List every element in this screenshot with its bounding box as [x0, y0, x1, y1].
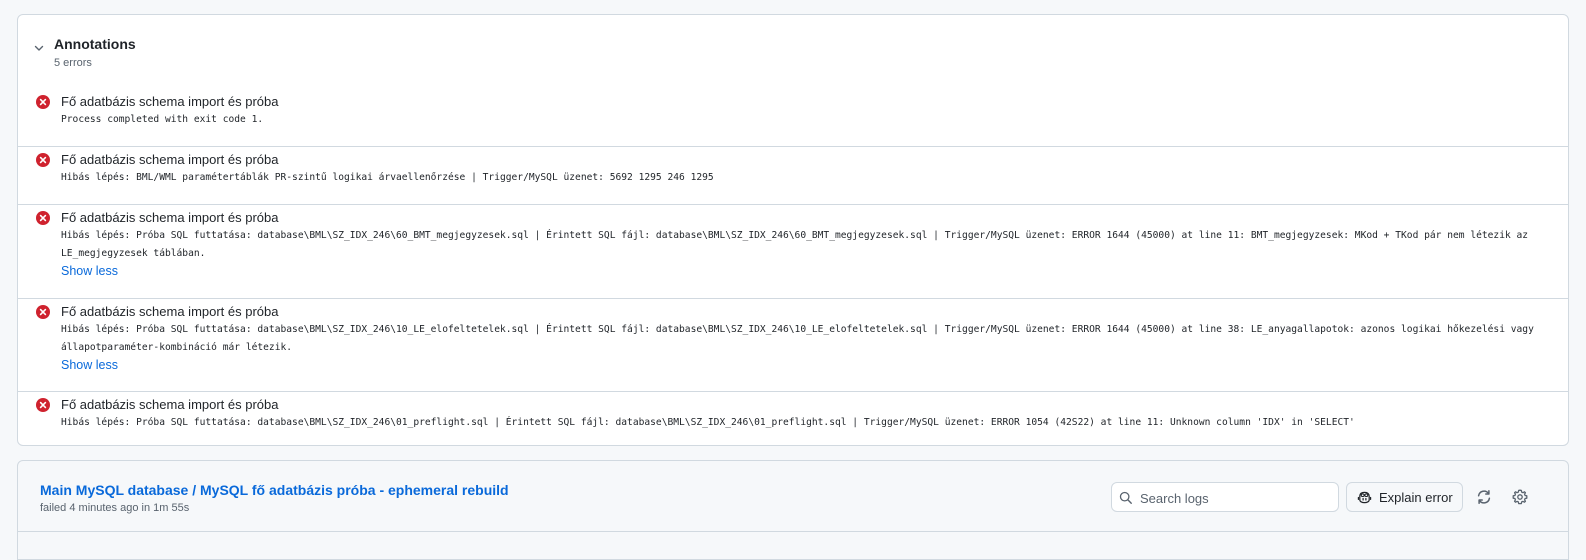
annotation-message: Hibás lépés: Próba SQL futtatása: databa… — [61, 324, 1540, 353]
annotation-message: Hibás lépés: Próba SQL futtatása: databa… — [61, 417, 1355, 428]
annotation-item: Fő adatbázis schema import és próba Hibá… — [18, 146, 1568, 204]
annotations-header[interactable]: Annotations 5 errors — [18, 15, 1568, 89]
explain-error-label: Explain error — [1379, 490, 1453, 505]
refresh-button[interactable] — [1473, 486, 1495, 508]
job-header-divider — [18, 531, 1568, 532]
annotations-panel: Annotations 5 errors Fő adatbázis schema… — [17, 14, 1569, 446]
annotations-error-count: 5 errors — [54, 57, 92, 69]
annotation-item: Fő adatbázis schema import és próba Proc… — [18, 89, 1568, 146]
annotation-title: Fő adatbázis schema import és próba — [61, 94, 279, 109]
annotation-title: Fő adatbázis schema import és próba — [61, 304, 279, 319]
show-less-link[interactable]: Show less — [61, 264, 118, 278]
annotations-title: Annotations — [54, 36, 136, 52]
annotation-title: Fő adatbázis schema import és próba — [61, 152, 279, 167]
x-circle-fill-icon — [36, 398, 50, 412]
annotations-list: Fő adatbázis schema import és próba Proc… — [18, 89, 1568, 445]
x-circle-fill-icon — [36, 95, 50, 109]
job-status: failed 4 minutes ago in 1m 55s — [40, 502, 190, 514]
annotation-item: Fő adatbázis schema import és próba Hibá… — [18, 204, 1568, 298]
annotation-title: Fő adatbázis schema import és próba — [61, 397, 279, 412]
annotation-message: Hibás lépés: Próba SQL futtatása: databa… — [61, 230, 1534, 259]
settings-button[interactable] — [1509, 486, 1531, 508]
annotation-item: Fő adatbázis schema import és próba Hibá… — [18, 298, 1568, 391]
sync-icon — [1477, 490, 1491, 504]
annotation-item: Fő adatbázis schema import és próba Hibá… — [18, 391, 1568, 445]
search-logs-input[interactable] — [1140, 488, 1330, 508]
explain-error-button[interactable]: Explain error — [1346, 482, 1463, 512]
gear-icon — [1512, 489, 1528, 505]
job-log-panel: Main MySQL database / MySQL fő adatbázis… — [17, 460, 1569, 560]
job-title-link[interactable]: Main MySQL database / MySQL fő adatbázis… — [40, 482, 509, 498]
copilot-icon — [1357, 491, 1372, 504]
x-circle-fill-icon — [36, 211, 50, 225]
search-logs-box[interactable] — [1111, 482, 1339, 512]
annotation-message: Hibás lépés: BML/WML paramétertáblák PR-… — [61, 172, 714, 183]
annotation-title: Fő adatbázis schema import és próba — [61, 210, 279, 225]
show-less-link[interactable]: Show less — [61, 358, 118, 372]
annotation-message: Process completed with exit code 1. — [61, 114, 264, 125]
x-circle-fill-icon — [36, 153, 50, 167]
chevron-down-icon[interactable] — [33, 42, 45, 54]
x-circle-fill-icon — [36, 305, 50, 319]
search-icon — [1119, 491, 1132, 504]
